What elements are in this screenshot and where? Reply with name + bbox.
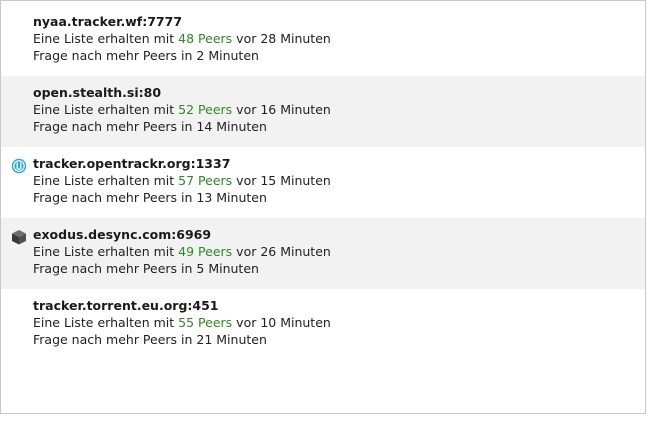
tracker-list-panel: nyaa.tracker.wf:7777 Eine Liste erhalten… [0, 0, 646, 414]
peer-count: 52 Peers [178, 102, 233, 117]
tracker-name: nyaa.tracker.wf:7777 [33, 14, 183, 29]
tracker-name: tracker.torrent.eu.org:451 [33, 298, 219, 313]
last-announce-time: vor 10 Minuten [236, 315, 331, 330]
tracker-name: tracker.opentrackr.org:1337 [33, 156, 231, 171]
tracker-name: exodus.desync.com:6969 [33, 227, 212, 242]
tracker-row-nyaa[interactable]: nyaa.tracker.wf:7777 Eine Liste erhalten… [1, 5, 645, 76]
last-announce-prefix: Eine Liste erhalten mit [33, 31, 175, 46]
last-announce-prefix: Eine Liste erhalten mit [33, 173, 175, 188]
cube-favicon-icon [12, 230, 26, 245]
peer-count: 55 Peers [178, 315, 233, 330]
tracker-next-announce: Frage nach mehr Peers in 13 Minuten [33, 190, 267, 205]
peer-count: 49 Peers [178, 244, 233, 259]
opentrackr-favicon-icon [11, 158, 27, 174]
tracker-row-opentrackr[interactable]: tracker.opentrackr.org:1337 Eine Liste e… [1, 147, 645, 218]
tracker-last-announce: Eine Liste erhalten mit 57 Peers vor 15 … [33, 172, 645, 189]
tracker-list: nyaa.tracker.wf:7777 Eine Liste erhalten… [1, 1, 645, 360]
tracker-next-announce: Frage nach mehr Peers in 21 Minuten [33, 332, 267, 347]
tracker-last-announce: Eine Liste erhalten mit 52 Peers vor 16 … [33, 101, 645, 118]
tracker-last-announce: Eine Liste erhalten mit 49 Peers vor 26 … [33, 243, 645, 260]
last-announce-time: vor 16 Minuten [236, 102, 331, 117]
last-announce-prefix: Eine Liste erhalten mit [33, 244, 175, 259]
tracker-next-announce: Frage nach mehr Peers in 2 Minuten [33, 48, 259, 63]
last-announce-time: vor 28 Minuten [236, 31, 331, 46]
last-announce-time: vor 26 Minuten [236, 244, 331, 259]
tracker-next-announce: Frage nach mehr Peers in 5 Minuten [33, 261, 259, 276]
tracker-row-stealth[interactable]: open.stealth.si:80 Eine Liste erhalten m… [1, 76, 645, 147]
last-announce-prefix: Eine Liste erhalten mit [33, 315, 175, 330]
tracker-last-announce: Eine Liste erhalten mit 55 Peers vor 10 … [33, 314, 645, 331]
tracker-name: open.stealth.si:80 [33, 85, 162, 100]
peer-count: 48 Peers [178, 31, 233, 46]
tracker-next-announce: Frage nach mehr Peers in 14 Minuten [33, 119, 267, 134]
tracker-row-exodus[interactable]: exodus.desync.com:6969 Eine Liste erhalt… [1, 218, 645, 289]
peer-count: 57 Peers [178, 173, 233, 188]
tracker-last-announce: Eine Liste erhalten mit 48 Peers vor 28 … [33, 30, 645, 47]
last-announce-prefix: Eine Liste erhalten mit [33, 102, 175, 117]
tracker-row-torrent-eu[interactable]: tracker.torrent.eu.org:451 Eine Liste er… [1, 289, 645, 360]
last-announce-time: vor 15 Minuten [236, 173, 331, 188]
